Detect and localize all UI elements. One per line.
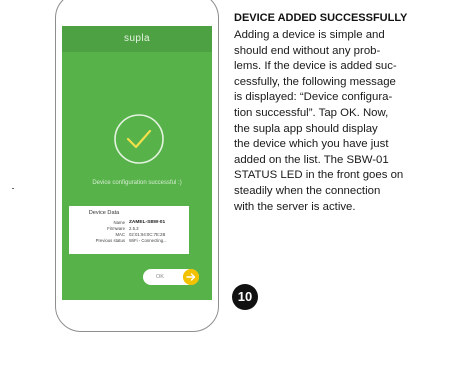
row-label: Previous status [95, 238, 125, 243]
text-line: lems. If the device is added suc- [234, 60, 397, 73]
text-line: steadily when the connection [234, 184, 381, 197]
instruction-text: Adding a device is simple and should end… [234, 28, 458, 215]
text-line: STATUS LED in the front goes on [234, 169, 404, 182]
text-line: is displayed: “Device configura- [234, 91, 393, 104]
step-number-badge: 10 [232, 284, 258, 310]
device-row-previous-status: Previous status WiFi - Connecting... [69, 238, 189, 244]
row-value: WiFi - Connecting... [129, 238, 167, 243]
device-data-title: Device Data [88, 210, 120, 216]
arrow-right-icon [183, 269, 199, 285]
text-line: added on the list. The SBW-01 [234, 153, 389, 166]
config-success-message: Device configuration successful :) [92, 180, 182, 186]
text-line: Adding a device is simple and [234, 29, 385, 41]
app-title: supla [124, 33, 150, 44]
success-check-icon [114, 114, 164, 164]
phone-screen: supla Device configuration successful :)… [62, 26, 212, 300]
device-data-card: Device Data Name ZAMEL-SBW-01 Firmware 2… [69, 206, 189, 254]
text-line: cessfully, the following message [234, 75, 396, 88]
ok-button-label: OK [156, 274, 164, 280]
text-line: the device which you have just [234, 138, 389, 151]
text-line: with the server is active. [234, 200, 356, 213]
app-title-bar: supla [62, 26, 212, 52]
section-heading: DEVICE ADDED SUCCESSFULLY [234, 12, 408, 24]
text-line: the supla app should display [234, 122, 378, 135]
page-mark [12, 188, 14, 189]
text-line: tion successful”. Tap OK. Now, [234, 106, 389, 119]
ok-button[interactable]: OK [143, 269, 199, 285]
text-line: should end without any prob- [234, 44, 381, 57]
